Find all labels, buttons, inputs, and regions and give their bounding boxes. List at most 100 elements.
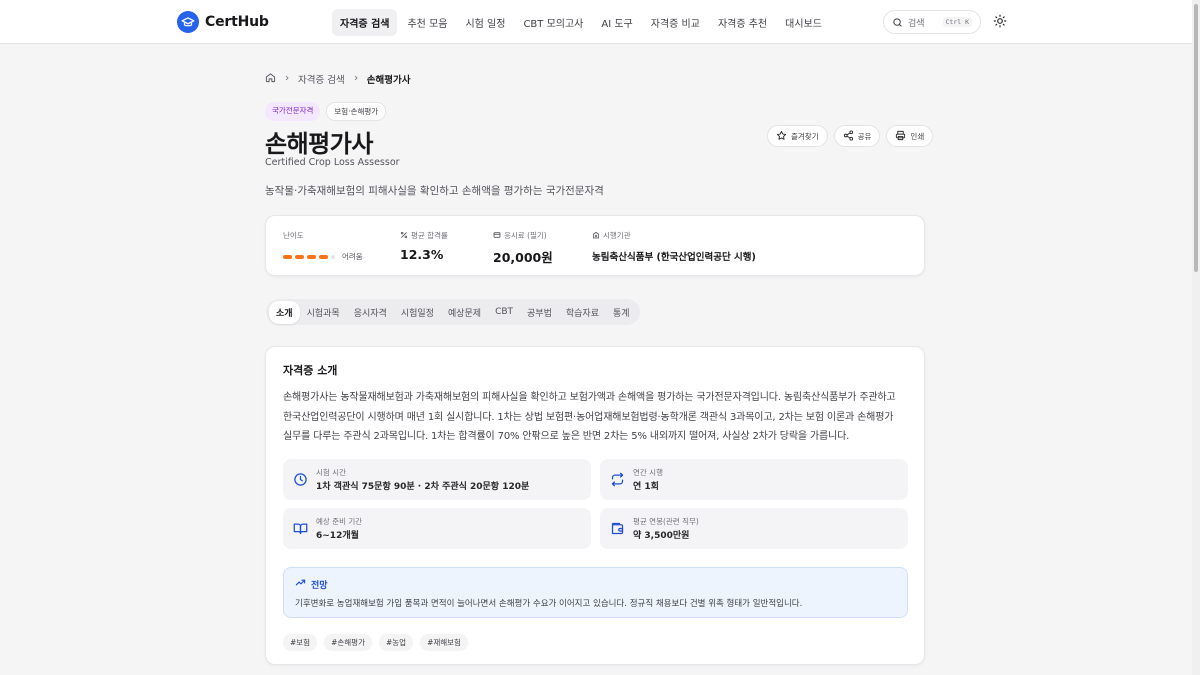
page-actions: 즐겨찾기 공유 인쇄 [767, 125, 934, 147]
info-value: 연 1회 [633, 482, 659, 492]
logo[interactable]: CertHub [177, 11, 269, 33]
field-badge: 보험·손해평가 [326, 102, 387, 121]
difficulty-meter: 어려움 [283, 251, 363, 262]
difficulty-dot [283, 254, 292, 259]
info-label: 예상 준비 기간 [316, 517, 363, 526]
cert-tags: 국가전문자격 보험·손해평가 [265, 102, 387, 121]
stat-label: 응시료 (필기) [504, 231, 547, 240]
stat-value: 20,000원 [493, 250, 553, 265]
tab-study-materials[interactable]: 학습자료 [559, 301, 606, 324]
hashtag[interactable]: #손해평가 [324, 634, 372, 651]
sun-icon [993, 13, 1007, 32]
stat-value: 12.3% [400, 247, 444, 262]
page-title: 손해평가사 [265, 130, 373, 158]
stats-card: 난이도 어려움 평균 합격률 12.3% 응시료 (필기) 20,000원 시행… [265, 215, 925, 276]
hashtag[interactable]: #농업 [378, 634, 414, 651]
print-label: 인쇄 [910, 131, 925, 141]
book-icon [293, 521, 308, 536]
top-header: CertHub 자격증 검색 추천 모음 시험 일정 CBT 모의고사 AI 도… [0, 0, 1192, 44]
wallet-icon [610, 521, 625, 536]
page-scrollbar[interactable] [1192, 0, 1200, 675]
info-value: 약 3,500만원 [633, 531, 690, 541]
nav-item-exam-schedule[interactable]: 시험 일정 [457, 9, 513, 36]
difficulty-text: 어려움 [342, 252, 363, 261]
tab-subjects[interactable]: 시험과목 [300, 301, 347, 324]
tab-practice-questions[interactable]: 예상문제 [441, 301, 488, 324]
info-prep-period: 예상 준비 기간 6~12개월 [283, 508, 591, 549]
share-icon [843, 129, 854, 143]
search-label: 검색 [908, 18, 925, 29]
nav-item-cert-recommend[interactable]: 자격증 추천 [710, 9, 775, 36]
print-button[interactable]: 인쇄 [886, 125, 934, 147]
home-icon[interactable] [265, 72, 276, 86]
intro-card: 자격증 소개 손해평가사는 농작물재해보험과 가축재해보험의 피해사실을 확인하… [265, 346, 925, 665]
difficulty-dot [331, 254, 335, 259]
info-label: 시험 시간 [316, 468, 346, 477]
stat-fee: 응시료 (필기) 20,000원 [493, 230, 553, 266]
receipt-icon [493, 231, 501, 241]
trending-up-icon [295, 577, 306, 591]
outlook-callout: 전망 기후변화로 농업재해보험 가입 품목과 면적이 늘어나면서 손해평가 수요… [283, 567, 908, 618]
stat-pass-rate: 평균 합격률 12.3% [400, 230, 448, 262]
chevron-right-icon [352, 74, 360, 85]
nav-item-recommended-collections[interactable]: 추천 모음 [399, 9, 455, 36]
difficulty-dot [307, 254, 316, 259]
info-value: 1차 객관식 75문항 90분 · 2차 주관식 20문항 120분 [316, 482, 530, 492]
building-icon [592, 231, 600, 241]
hashtag[interactable]: #보험 [283, 634, 318, 651]
hashtag-list: #보험 #손해평가 #농업 #재해보험 [283, 634, 468, 651]
share-button[interactable]: 공유 [833, 125, 881, 147]
favorite-button[interactable]: 즐겨찾기 [767, 125, 828, 147]
stat-label: 평균 합격률 [411, 231, 448, 240]
nav-item-cbt-mock-exam[interactable]: CBT 모의고사 [515, 9, 591, 36]
nav-item-cert-search[interactable]: 자격증 검색 [332, 9, 398, 36]
nav-item-cert-compare[interactable]: 자격증 비교 [643, 9, 708, 36]
section-tabs: 소개 시험과목 응시자격 시험일정 예상문제 CBT 공부법 학습자료 통계 [266, 299, 640, 325]
chevron-right-icon [283, 74, 291, 85]
share-label: 공유 [857, 131, 872, 141]
tab-study-method[interactable]: 공부법 [520, 301, 559, 324]
stat-label: 시행기관 [603, 231, 631, 240]
stat-difficulty: 난이도 어려움 [283, 230, 363, 262]
breadcrumb-link-cert-search[interactable]: 자격증 검색 [298, 72, 345, 86]
nav-item-dashboard[interactable]: 대시보드 [777, 9, 830, 36]
section-title: 자격증 소개 [283, 364, 338, 377]
search-button[interactable]: 검색 Ctrl K [883, 10, 981, 34]
search-shortcut-badge: Ctrl K [942, 17, 972, 27]
difficulty-dot [319, 254, 328, 259]
info-value: 6~12개월 [316, 531, 359, 541]
main-nav: 자격증 검색 추천 모음 시험 일정 CBT 모의고사 AI 도구 자격증 비교… [332, 9, 830, 36]
theme-toggle-button[interactable] [991, 13, 1009, 31]
nav-item-ai-tools[interactable]: AI 도구 [593, 9, 640, 36]
star-icon [776, 130, 787, 143]
tab-schedule[interactable]: 시험일정 [394, 301, 441, 324]
repeat-icon [610, 472, 625, 487]
breadcrumb: 자격증 검색 손해평가사 [265, 72, 410, 86]
page-description: 농작물·가축재해보험의 피해사실을 확인하고 손해액을 평가하는 국가전문자격 [265, 185, 604, 197]
difficulty-dot [295, 254, 304, 259]
breadcrumb-current: 손해평가사 [366, 75, 411, 86]
search-icon [892, 13, 903, 32]
info-annual-frequency: 연간 시행 연 1회 [600, 459, 908, 500]
tab-cbt[interactable]: CBT [488, 302, 520, 322]
stat-organization: 시행기관 농림축산식품부 (한국산업인력공단 시행) [592, 230, 756, 263]
tab-intro[interactable]: 소개 [269, 300, 300, 324]
stat-value: 농림축산식품부 (한국산업인력공단 시행) [592, 252, 756, 263]
tab-statistics[interactable]: 통계 [606, 301, 637, 324]
percent-icon [400, 231, 408, 241]
info-label: 연간 시행 [633, 468, 663, 477]
scrollbar-thumb[interactable] [1194, 4, 1198, 272]
hashtag[interactable]: #재해보험 [420, 634, 468, 651]
printer-icon [895, 130, 906, 143]
info-exam-time: 시험 시간 1차 객관식 75문항 90분 · 2차 주관식 20문항 120분 [283, 459, 591, 500]
favorite-label: 즐겨찾기 [791, 131, 819, 141]
graduation-cap-icon [177, 11, 199, 33]
page-subtitle-english: Certified Crop Loss Assessor [265, 157, 400, 168]
stat-label: 난이도 [283, 231, 304, 240]
intro-body: 손해평가사는 농작물재해보험과 가축재해보험의 피해사실을 확인하고 보험가액과… [283, 392, 896, 442]
info-average-salary: 평균 연봉(관련 직무) 약 3,500만원 [600, 508, 908, 549]
tab-eligibility[interactable]: 응시자격 [347, 301, 394, 324]
outlook-text: 기후변화로 농업재해보험 가입 품목과 면적이 늘어나면서 손해평가 수요가 이… [295, 599, 803, 609]
category-badge: 국가전문자격 [265, 102, 321, 121]
outlook-title: 전망 [311, 580, 328, 591]
